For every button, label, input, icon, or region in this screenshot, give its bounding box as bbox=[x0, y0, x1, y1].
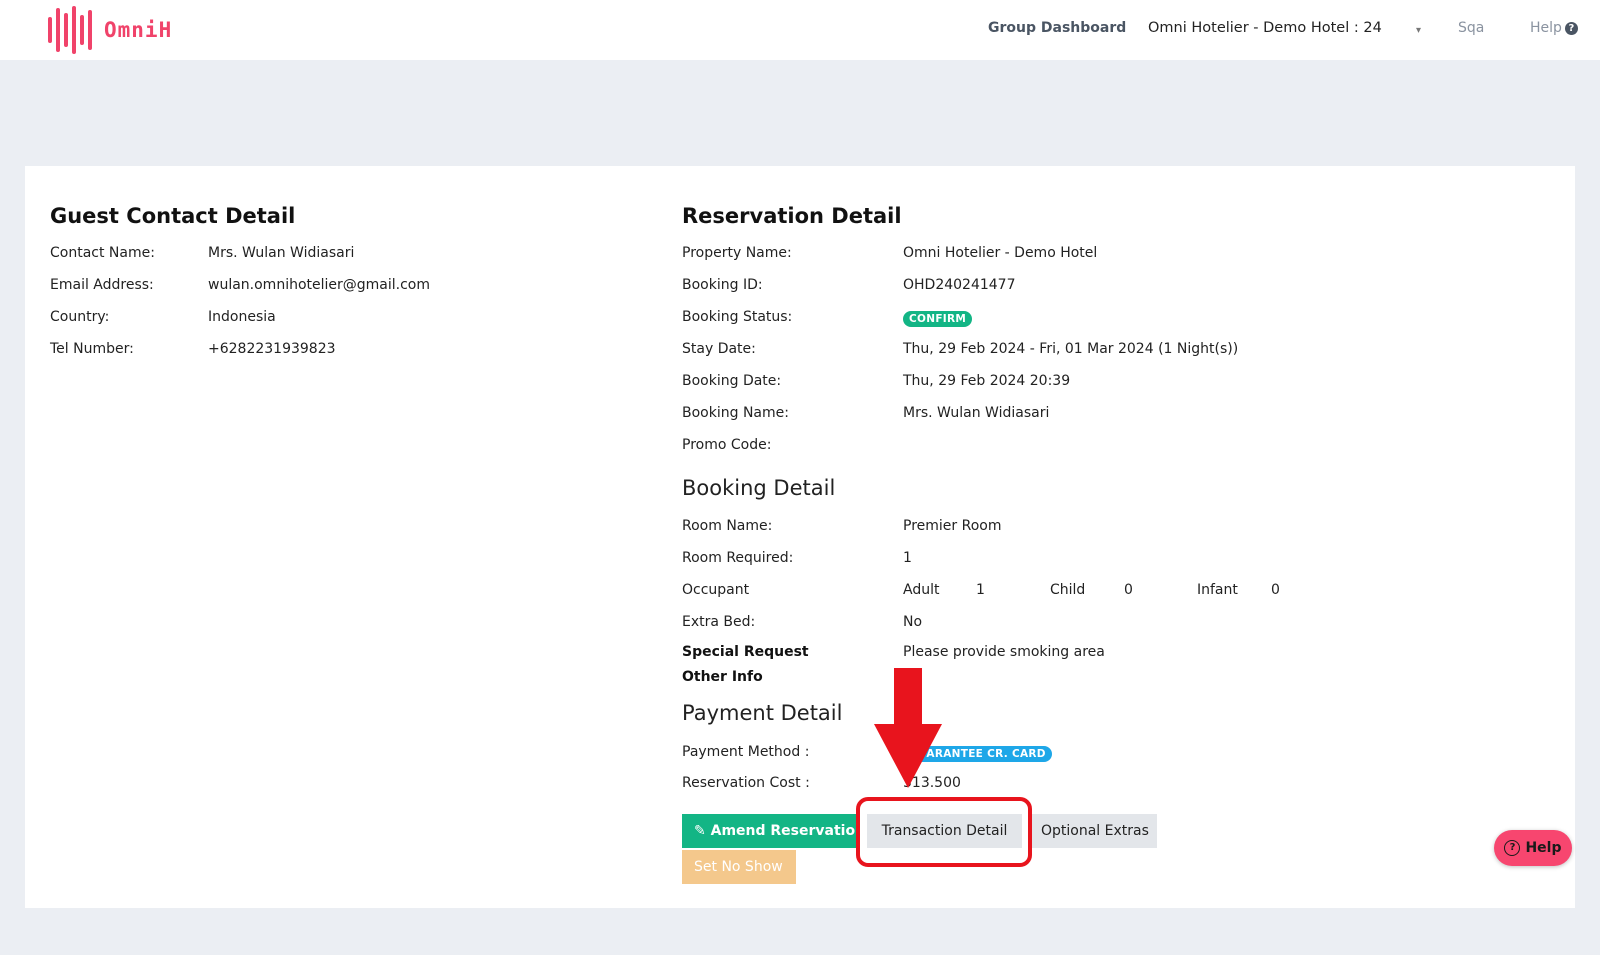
user-menu[interactable]: Sqa bbox=[1458, 20, 1484, 36]
property-value: Omni Hotelier - Demo Hotel bbox=[903, 245, 1098, 261]
booking-id-label: Booking ID: bbox=[682, 277, 763, 293]
booking-date-value: Thu, 29 Feb 2024 20:39 bbox=[903, 373, 1071, 389]
logo-bars-icon bbox=[48, 6, 92, 54]
email-value: wulan.omnihotelier@gmail.com bbox=[208, 277, 431, 293]
pencil-icon: ✎ bbox=[694, 823, 706, 839]
child-value: 0 bbox=[1124, 582, 1133, 598]
amend-reservation-button[interactable]: ✎ Amend Reservation bbox=[682, 814, 865, 848]
room-required-value: 1 bbox=[903, 550, 912, 566]
payment-detail-title: Payment Detail bbox=[682, 701, 843, 725]
red-arrow-annotation bbox=[874, 668, 942, 788]
help-link[interactable]: Help? bbox=[1530, 20, 1578, 36]
special-request-value: Please provide smoking area bbox=[903, 644, 1105, 660]
highlight-box-annotation bbox=[856, 797, 1032, 867]
contact-name-label: Contact Name: bbox=[50, 245, 155, 261]
infant-value: 0 bbox=[1271, 582, 1280, 598]
infant-label: Infant bbox=[1197, 582, 1238, 598]
child-label: Child bbox=[1050, 582, 1086, 598]
hotel-selector[interactable]: Omni Hotelier - Demo Hotel : 24 bbox=[1148, 20, 1382, 36]
top-navigation-bar: OmniH Group Dashboard Omni Hotelier - De… bbox=[0, 0, 1600, 60]
occupant-label: Occupant bbox=[682, 582, 750, 598]
stay-date-label: Stay Date: bbox=[682, 341, 756, 357]
chevron-down-icon[interactable]: ▾ bbox=[1416, 25, 1421, 36]
stay-date-value: Thu, 29 Feb 2024 - Fri, 01 Mar 2024 (1 N… bbox=[903, 341, 1239, 357]
room-required-label: Room Required: bbox=[682, 550, 794, 566]
booking-date-label: Booking Date: bbox=[682, 373, 782, 389]
question-circle-icon: ? bbox=[1564, 22, 1578, 35]
logo-text: OmniH bbox=[104, 18, 173, 42]
extra-bed-label: Extra Bed: bbox=[682, 614, 756, 630]
help-floating-button[interactable]: ? Help bbox=[1494, 830, 1572, 866]
set-no-show-button[interactable]: Set No Show bbox=[682, 850, 796, 884]
booking-id-value: OHD240241477 bbox=[903, 277, 1016, 293]
booking-name-label: Booking Name: bbox=[682, 405, 789, 421]
group-dashboard-link[interactable]: Group Dashboard bbox=[988, 20, 1126, 36]
status-badge: CONFIRM bbox=[903, 311, 973, 327]
special-request-label: Special Request bbox=[682, 644, 809, 660]
payment-method-label: Payment Method : bbox=[682, 744, 810, 760]
room-name-value: Premier Room bbox=[903, 518, 1002, 534]
extra-bed-value: No bbox=[903, 614, 923, 630]
reservation-detail-title: Reservation Detail bbox=[682, 204, 902, 228]
property-label: Property Name: bbox=[682, 245, 792, 261]
promo-code-label: Promo Code: bbox=[682, 437, 772, 453]
room-name-label: Room Name: bbox=[682, 518, 773, 534]
help-link-label: Help bbox=[1530, 20, 1562, 36]
optional-extras-button[interactable]: Optional Extras bbox=[1029, 814, 1157, 848]
country-label: Country: bbox=[50, 309, 110, 325]
booking-status-label: Booking Status: bbox=[682, 309, 793, 325]
adult-value: 1 bbox=[976, 582, 985, 598]
amend-reservation-label: Amend Reservation bbox=[710, 823, 866, 839]
other-info-label: Other Info bbox=[682, 669, 763, 685]
adult-label: Adult bbox=[903, 582, 940, 598]
contact-name-value: Mrs. Wulan Widiasari bbox=[208, 245, 355, 261]
help-floating-label: Help bbox=[1525, 840, 1562, 856]
question-circle-icon: ? bbox=[1504, 840, 1521, 856]
guest-contact-title: Guest Contact Detail bbox=[50, 204, 296, 228]
tel-value: +6282231939823 bbox=[208, 341, 336, 357]
reservation-cost-label: Reservation Cost : bbox=[682, 775, 810, 791]
country-value: Indonesia bbox=[208, 309, 276, 325]
tel-label: Tel Number: bbox=[50, 341, 134, 357]
booking-name-value: Mrs. Wulan Widiasari bbox=[903, 405, 1050, 421]
email-label: Email Address: bbox=[50, 277, 154, 293]
omnih-logo[interactable]: OmniH bbox=[48, 6, 172, 54]
booking-detail-title: Booking Detail bbox=[682, 476, 836, 500]
